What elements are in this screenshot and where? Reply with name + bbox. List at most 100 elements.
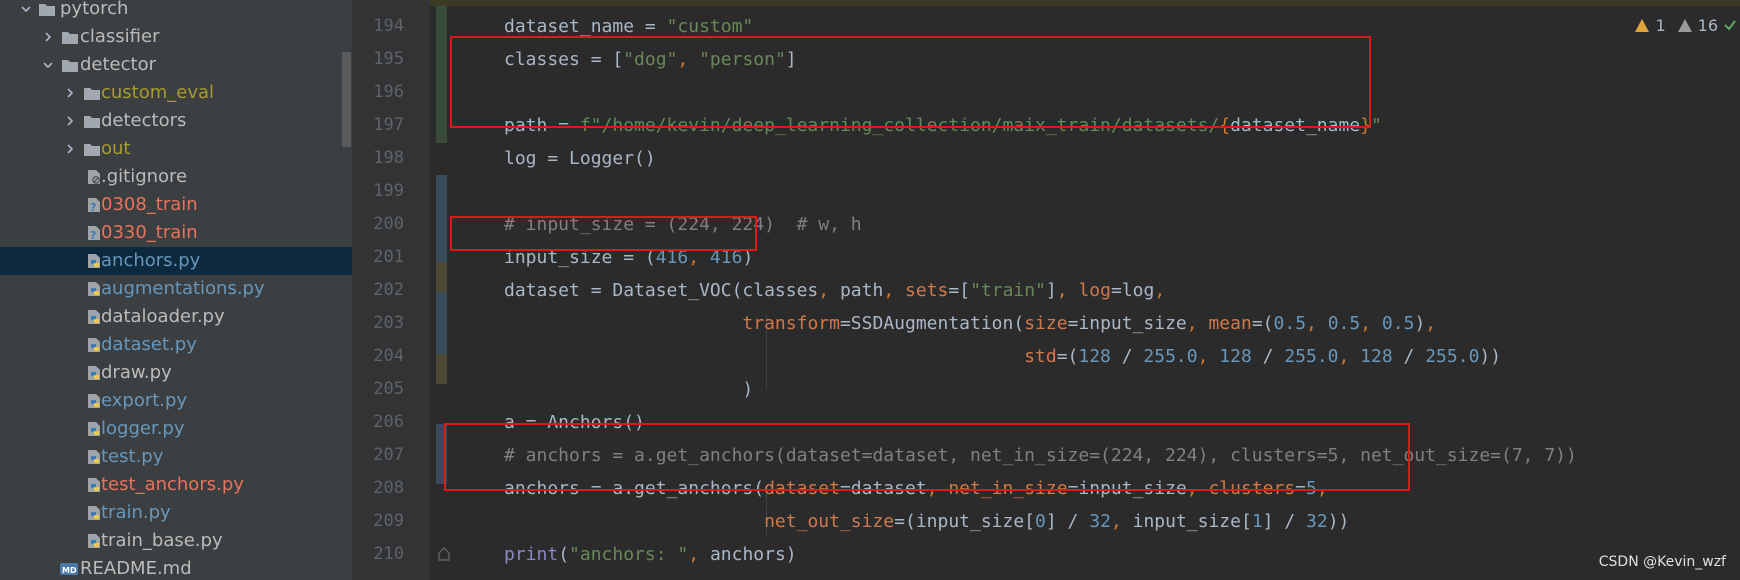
line-number: 208 [373,478,404,498]
tree-item-label: custom_eval [101,82,215,103]
tree-item-label: train_base.py [101,530,223,551]
markdown-file-icon: MD [59,555,79,580]
code-line[interactable]: log = Logger() [504,142,656,175]
tree-folder[interactable]: detector [0,51,352,79]
line-number: 202 [373,280,404,300]
line-number: 207 [373,445,404,465]
line-number: 200 [373,214,404,234]
line-number: 199 [373,181,404,201]
code-editor[interactable]: 194 195 196 197 198 199 200 201 202 203 204 205 206 2… [352,0,1740,580]
tree-item-label: classifier [80,26,160,47]
svg-text:?: ? [90,201,96,213]
chevron-down-icon[interactable] [37,51,59,79]
tree-item-label: dataloader.py [101,306,225,327]
svg-text:MD: MD [62,566,77,575]
tree-item-label: pytorch [60,0,129,19]
tree-file[interactable]: ? 0330_train [0,219,352,247]
tree-item-label: 0308_train [101,194,198,215]
tree-file[interactable]: logger.py [0,415,352,443]
tree-item-label: train.py [101,502,171,523]
chevron-right-icon[interactable] [59,79,81,107]
svg-text:?: ? [90,229,96,241]
tree-file[interactable]: test.py [0,443,352,471]
line-number: 203 [373,313,404,333]
line-number: 198 [373,148,404,168]
watermark: CSDN @Kevin_wzf [1598,554,1726,570]
tree-file[interactable]: train_base.py [0,527,352,555]
chevron-right-icon[interactable] [37,23,59,51]
folder-icon [60,23,80,51]
tree-item-label: detector [80,54,156,75]
tree-file[interactable]: train.py [0,499,352,527]
tree-folder[interactable]: classifier [0,23,352,51]
tree-file[interactable]: .gitignore [0,163,352,191]
inspection-widget[interactable]: 1 16 [1635,10,1740,40]
check-icon [1724,20,1736,31]
line-number: 210 [373,544,404,564]
fold-marker-icon[interactable] [437,547,451,561]
tree-file[interactable]: anchors.py [0,247,352,275]
vcs-change-marker[interactable] [436,262,447,292]
tree-item-label: out [101,138,131,159]
line-number: 209 [373,511,404,531]
tree-item-label: README.md [80,558,192,579]
line-number: 206 [373,412,404,432]
vcs-change-marker[interactable] [436,354,447,384]
chevron-down-icon[interactable] [15,0,37,23]
highlight-box-anchors [444,423,1410,491]
weak-warning-count: 16 [1697,15,1718,35]
code-line[interactable]: ) [504,373,753,406]
tree-scrollbar[interactable] [342,52,351,147]
tree-item-label: detectors [101,110,187,131]
warning-icon [1635,18,1650,32]
code-line[interactable]: net_out_size=(input_size[0] / 32, input_… [504,505,1349,538]
tree-folder[interactable]: out [0,135,352,163]
project-tree-panel: pytorch classifier detector custom_evaldete… [0,0,352,580]
line-number: 194 [373,16,404,36]
tree-folder[interactable]: detectors [0,107,352,135]
highlight-box-input-size [450,216,757,251]
tree-item-label: test.py [101,446,164,467]
tree-file[interactable]: export.py [0,387,352,415]
tree-file[interactable]: dataloader.py [0,303,352,331]
folder-icon [82,107,102,135]
folder-icon [82,135,102,163]
tree-item-label: dataset.py [101,334,197,355]
line-number: 195 [373,49,404,69]
tree-file[interactable]: draw.py [0,359,352,387]
line-number: 201 [373,247,404,267]
tree-item-label: logger.py [101,418,185,439]
tree-item-label: 0330_train [101,222,198,243]
line-number: 204 [373,346,404,366]
chevron-right-icon[interactable] [59,107,81,135]
chevron-right-icon[interactable] [59,135,81,163]
line-number: 205 [373,379,404,399]
tree-file[interactable]: MD README.md [0,555,352,580]
tree-item-label: export.py [101,390,188,411]
code-line[interactable]: print("anchors: ", anchors) [504,538,797,571]
folder-icon [60,51,80,79]
tree-file[interactable]: test_anchors.py [0,471,352,499]
highlight-box-classes-path [450,36,1371,128]
tree-file[interactable]: augmentations.py [0,275,352,303]
code-line[interactable]: dataset = Dataset_VOC(classes, path, set… [504,274,1165,307]
line-number: 197 [373,115,404,135]
vcs-change-marker[interactable] [436,6,447,143]
code-line[interactable]: std=(128 / 255.0, 128 / 255.0, 128 / 255… [504,340,1501,373]
vcs-change-marker[interactable] [436,292,447,354]
folder-icon [37,0,57,23]
tree-item-label: anchors.py [101,250,201,271]
vcs-change-marker[interactable] [436,175,447,262]
tree-folder[interactable]: pytorch [0,0,352,23]
tree-file[interactable]: dataset.py [0,331,352,359]
tree-item-label: .gitignore [101,166,188,187]
warning-count: 1 [1655,15,1666,35]
code-line[interactable]: transform=SSDAugmentation(size=input_siz… [504,307,1436,340]
weak-warning-icon [1677,18,1692,32]
tree-folder[interactable]: custom_eval [0,79,352,107]
tree-item-label: augmentations.py [101,278,265,299]
tree-item-label: test_anchors.py [101,474,244,495]
line-number-gutter: 194 195 196 197 198 199 200 201 202 203 204 205 206 2… [352,0,450,580]
tree-file[interactable]: ? 0308_train [0,191,352,219]
editor-top-strip [352,0,1740,6]
